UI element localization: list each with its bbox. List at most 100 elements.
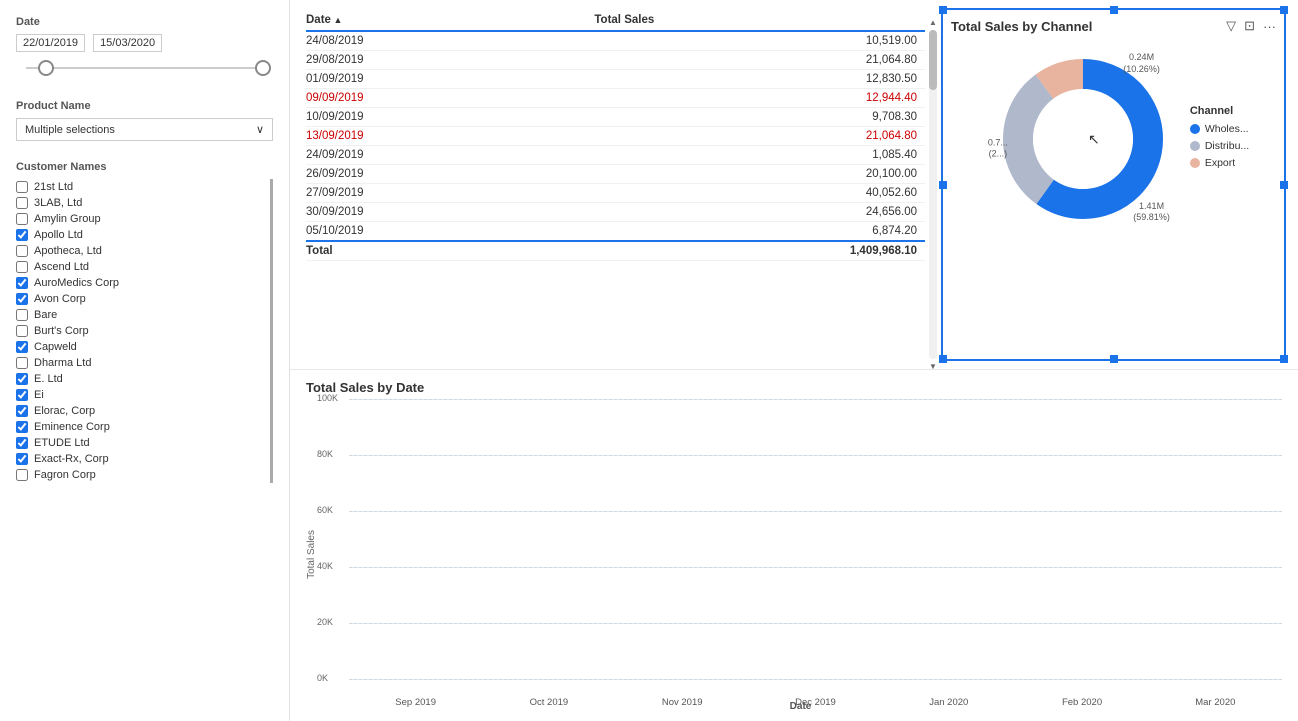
customer-item[interactable]: E. Ltd xyxy=(16,371,266,387)
y-axis-label: Total Sales xyxy=(306,530,317,579)
resize-handle-br[interactable] xyxy=(1280,355,1288,363)
customer-checkbox[interactable] xyxy=(16,325,28,337)
resize-handle-mr[interactable] xyxy=(1280,181,1288,189)
cell-sales: 21,064.80 xyxy=(594,127,925,146)
cell-date: 27/09/2019 xyxy=(306,184,594,203)
cell-sales: 1,085.40 xyxy=(594,146,925,165)
table-row[interactable]: 09/09/201912,944.40 xyxy=(306,89,925,108)
resize-handle-bl[interactable] xyxy=(939,355,947,363)
slider-thumb-right[interactable] xyxy=(255,60,271,76)
resize-handle-tr[interactable] xyxy=(1280,6,1288,14)
table-scrollbar[interactable]: ▲ ▼ xyxy=(929,30,937,359)
customer-item[interactable]: 3LAB, Ltd xyxy=(16,195,266,211)
filter-icon[interactable]: ▽ xyxy=(1226,18,1236,34)
table-row[interactable]: 05/10/20196,874.20 xyxy=(306,222,925,242)
bar-chart: Total Sales 100K80K60K40K20K0K Sep 2019O… xyxy=(306,399,1282,710)
customer-checkbox[interactable] xyxy=(16,453,28,465)
customer-item[interactable]: Eminence Corp xyxy=(16,419,266,435)
resize-handle-ml[interactable] xyxy=(939,181,947,189)
resize-handle-tl[interactable] xyxy=(939,6,947,14)
y-tick-label: 40K xyxy=(317,561,333,571)
customer-item[interactable]: Avon Corp xyxy=(16,291,266,307)
table-row[interactable]: 24/08/201910,519.00 xyxy=(306,31,925,51)
date-end[interactable]: 15/03/2020 xyxy=(93,34,162,52)
customer-checkbox[interactable] xyxy=(16,245,28,257)
table-row[interactable]: 30/09/201924,656.00 xyxy=(306,203,925,222)
cell-date: 29/08/2019 xyxy=(306,51,594,70)
customer-checkbox[interactable] xyxy=(16,389,28,401)
date-slider[interactable] xyxy=(16,56,273,80)
customer-checkbox[interactable] xyxy=(16,437,28,449)
customer-item[interactable]: Burt's Corp xyxy=(16,323,266,339)
table-row[interactable]: 26/09/201920,100.00 xyxy=(306,165,925,184)
customer-checkbox[interactable] xyxy=(16,277,28,289)
customer-item[interactable]: Capweld xyxy=(16,339,266,355)
scroll-down-icon[interactable]: ▼ xyxy=(929,362,937,369)
customer-checkbox[interactable] xyxy=(16,197,28,209)
x-axis: Sep 2019Oct 2019Nov 2019Dec 2019Jan 2020… xyxy=(349,680,1282,710)
customer-item[interactable]: Apollo Ltd xyxy=(16,227,266,243)
table-row[interactable]: 13/09/201921,064.80 xyxy=(306,127,925,146)
y-tick-label: 80K xyxy=(317,449,333,459)
customer-checkbox[interactable] xyxy=(16,373,28,385)
customer-item[interactable]: Fagron Corp xyxy=(16,467,266,483)
customer-item[interactable]: Elorac, Corp xyxy=(16,403,266,419)
cell-date: 13/09/2019 xyxy=(306,127,594,146)
table-row[interactable]: 10/09/20199,708.30 xyxy=(306,108,925,127)
customer-item[interactable]: Exact-Rx, Corp xyxy=(16,451,266,467)
customer-item[interactable]: Ascend Ltd xyxy=(16,259,266,275)
cell-date: 26/09/2019 xyxy=(306,165,594,184)
table-row[interactable]: 29/08/201921,064.80 xyxy=(306,51,925,70)
customer-item[interactable]: Ei xyxy=(16,387,266,403)
customer-item[interactable]: Dharma Ltd xyxy=(16,355,266,371)
col-sales[interactable]: Total Sales xyxy=(594,10,925,31)
main-content: Date Total Sales 24/08/201910,519.0029/0… xyxy=(290,0,1298,721)
customer-checkbox[interactable] xyxy=(16,405,28,417)
customer-checkbox[interactable] xyxy=(16,469,28,481)
customer-item[interactable]: ETUDE Ltd xyxy=(16,435,266,451)
customer-checkbox[interactable] xyxy=(16,181,28,193)
customer-checkbox[interactable] xyxy=(16,213,28,225)
sales-table: Date Total Sales 24/08/201910,519.0029/0… xyxy=(306,10,925,261)
scroll-up-icon[interactable]: ▲ xyxy=(929,18,937,27)
customer-filter: Customer Names 21st Ltd3LAB, LtdAmylin G… xyxy=(16,161,273,483)
product-value: Multiple selections xyxy=(25,124,115,136)
slider-thumb-left[interactable] xyxy=(38,60,54,76)
customer-item[interactable]: AuroMedics Corp xyxy=(16,275,266,291)
customer-checkbox[interactable] xyxy=(16,293,28,305)
customer-name: Bare xyxy=(34,309,57,321)
customer-name: AuroMedics Corp xyxy=(34,277,119,289)
customer-item[interactable]: Bare xyxy=(16,307,266,323)
col-date[interactable]: Date xyxy=(306,10,594,31)
table-row[interactable]: 27/09/201940,052.60 xyxy=(306,184,925,203)
scrollbar-thumb[interactable] xyxy=(929,30,937,90)
customer-checkbox[interactable] xyxy=(16,421,28,433)
product-filter: Product Name Multiple selections ∨ xyxy=(16,100,273,141)
x-tick-label: Feb 2020 xyxy=(1015,697,1148,710)
table-area: Date Total Sales 24/08/201910,519.0029/0… xyxy=(290,0,941,369)
customer-checkbox[interactable] xyxy=(16,309,28,321)
donut-body: ↖ 0.24M(10.26%) 0.7...(2...) 1.41M(59.81… xyxy=(951,40,1276,238)
customer-item[interactable]: Apotheca, Ltd xyxy=(16,243,266,259)
customer-checkbox[interactable] xyxy=(16,261,28,273)
table-row[interactable]: 01/09/201912,830.50 xyxy=(306,70,925,89)
product-dropdown[interactable]: Multiple selections ∨ xyxy=(16,118,273,141)
expand-icon[interactable]: ⊡ xyxy=(1244,18,1255,34)
more-icon[interactable]: ··· xyxy=(1263,19,1276,34)
resize-handle-tm[interactable] xyxy=(1110,6,1118,14)
bottom-row: Total Sales by Date Total Sales 100K80K6… xyxy=(290,370,1298,721)
customer-checkbox[interactable] xyxy=(16,341,28,353)
date-start[interactable]: 22/01/2019 xyxy=(16,34,85,52)
donut-icons: ▽ ⊡ ··· xyxy=(1226,18,1276,34)
table-row[interactable]: 24/09/20191,085.40 xyxy=(306,146,925,165)
customer-checkbox[interactable] xyxy=(16,229,28,241)
customer-item[interactable]: Amylin Group xyxy=(16,211,266,227)
customer-name: ETUDE Ltd xyxy=(34,437,90,449)
donut-label-bottom: 1.41M(59.81%) xyxy=(1133,201,1170,224)
customer-checkbox[interactable] xyxy=(16,357,28,369)
resize-handle-bm[interactable] xyxy=(1110,355,1118,363)
legend-label-distribution: Distribu... xyxy=(1205,140,1249,152)
x-tick-label: Jan 2020 xyxy=(882,697,1015,710)
cell-sales: 24,656.00 xyxy=(594,203,925,222)
customer-item[interactable]: 21st Ltd xyxy=(16,179,266,195)
